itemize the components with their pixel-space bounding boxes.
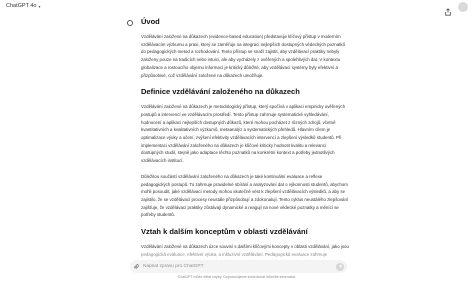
- message-input[interactable]: [143, 262, 336, 271]
- disclaimer-note: ChatGPT může dělat chyby. Doporučujeme k…: [177, 275, 297, 279]
- paragraph: Vzdělávání založené na důkazech je metod…: [141, 104, 346, 164]
- section-heading-relations: Vztah k dalším konceptům v oblasti vzděl…: [141, 227, 308, 237]
- paragraph: Důležitou součástí vzdělávání založeného…: [141, 173, 349, 218]
- avatar[interactable]: [458, 2, 468, 12]
- assistant-avatar-icon: [127, 20, 133, 26]
- model-selector[interactable]: ChatGPT 4o ▾: [6, 3, 41, 9]
- send-button[interactable]: [336, 262, 344, 271]
- assistant-message: Úvod Vzdělávání založené na důkazech (ev…: [141, 17, 349, 274]
- share-icon[interactable]: [444, 3, 452, 16]
- arrow-up-icon: [338, 264, 342, 268]
- section-heading-intro: Úvod: [141, 17, 160, 26]
- top-right-actions: [444, 2, 468, 16]
- top-bar: ChatGPT 4o ▾: [0, 0, 474, 16]
- paragraph: Vzdělávání založené na důkazech (evidenc…: [141, 34, 346, 78]
- section-heading-definition: Definice vzdělávání založeného na důkaze…: [141, 87, 300, 97]
- chevron-down-icon: ▾: [38, 3, 41, 9]
- message-composer: [130, 260, 347, 273]
- model-name: ChatGPT 4o: [6, 3, 37, 9]
- paperclip-icon[interactable]: [133, 263, 139, 270]
